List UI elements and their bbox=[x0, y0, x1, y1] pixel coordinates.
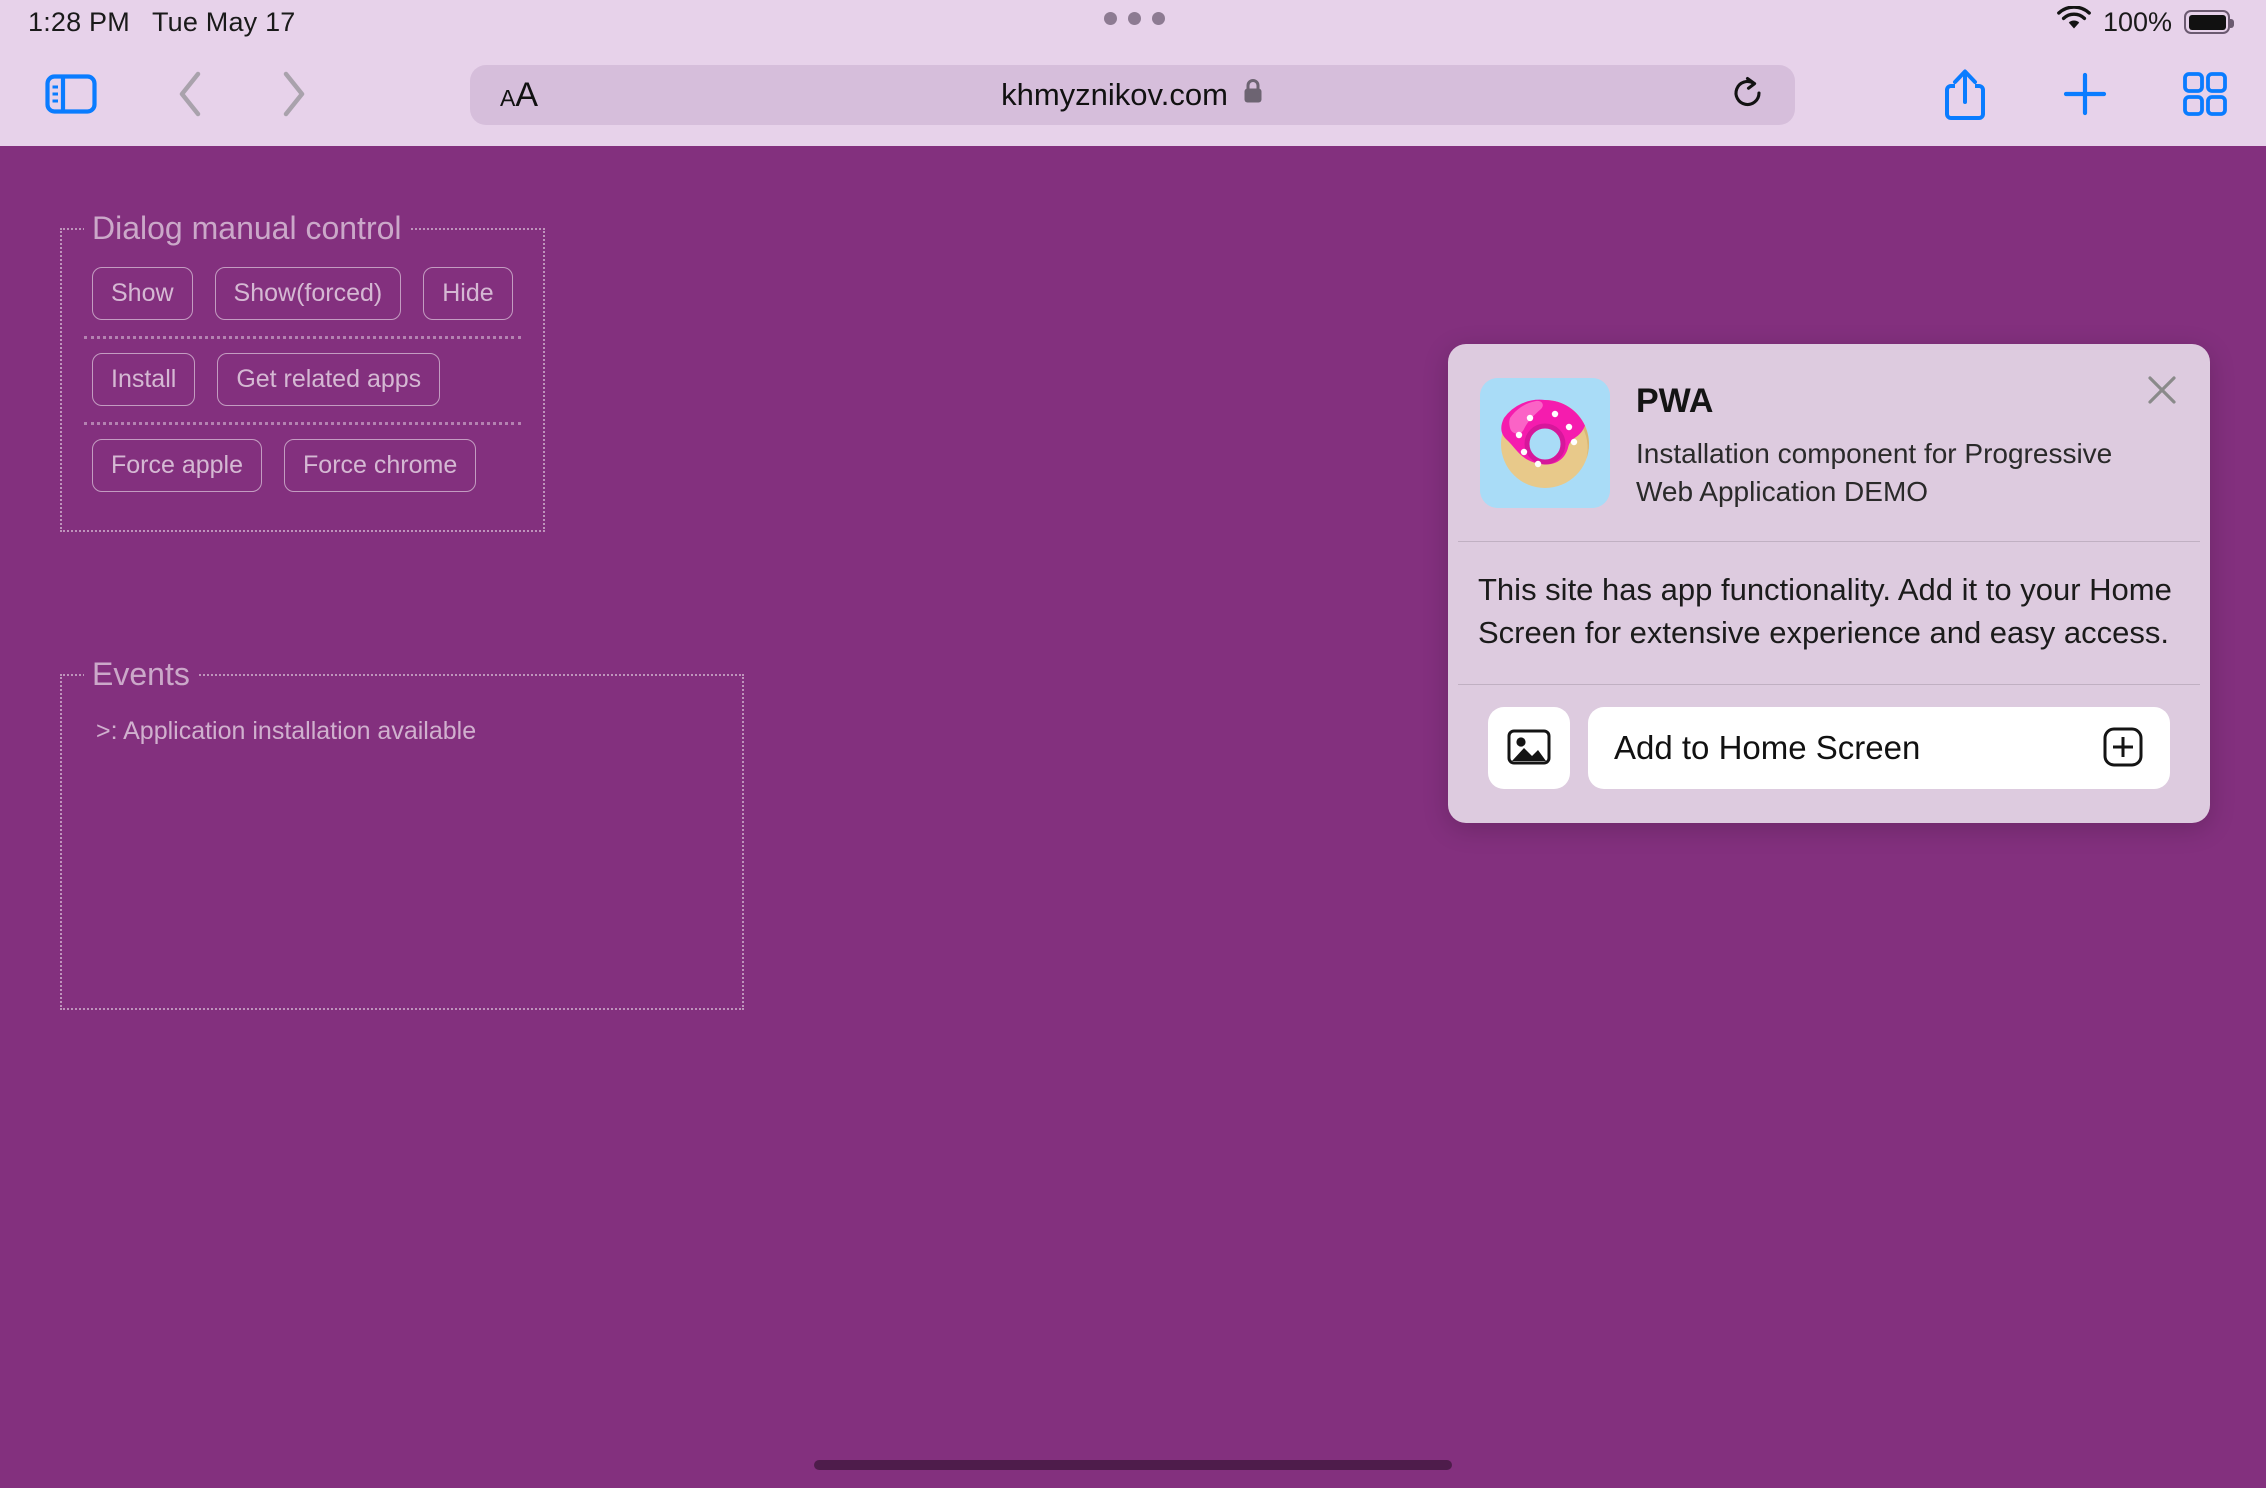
hide-button[interactable]: Hide bbox=[423, 267, 513, 320]
add-to-home-screen-button[interactable]: Add to Home Screen bbox=[1588, 707, 2170, 790]
pwa-dialog-body-text: This site has app functionality. Add it … bbox=[1478, 571, 2172, 650]
manual-control-row-2: Install Get related apps bbox=[84, 336, 521, 422]
dialog-manual-control-legend: Dialog manual control bbox=[92, 210, 402, 246]
pwa-install-dialog: PWA Installation component for Progressi… bbox=[1448, 344, 2210, 824]
forward-button[interactable] bbox=[272, 68, 316, 122]
dialog-manual-control-panel: Dialog manual control Show Show(forced) … bbox=[60, 210, 545, 532]
reload-button[interactable] bbox=[1713, 68, 1783, 122]
new-tab-button[interactable] bbox=[2058, 68, 2112, 122]
install-button[interactable]: Install bbox=[92, 353, 196, 406]
browser-toolbar: AA khmyznikov.com bbox=[0, 44, 2266, 146]
home-indicator bbox=[814, 1460, 1452, 1470]
lock-icon bbox=[1242, 77, 1264, 113]
battery-percent-label: 100% bbox=[2102, 6, 2172, 37]
tab-overview-icon bbox=[2182, 71, 2228, 120]
image-icon bbox=[1507, 728, 1551, 769]
address-bar[interactable]: AA khmyznikov.com bbox=[470, 65, 1795, 125]
handle-dot bbox=[1128, 12, 1141, 25]
events-legend: Events bbox=[92, 656, 190, 692]
events-log: >: Application installation available bbox=[62, 693, 742, 769]
battery-full-icon bbox=[2184, 10, 2234, 34]
plus-icon bbox=[2062, 71, 2108, 120]
donut-app-icon bbox=[1480, 378, 1610, 508]
close-button[interactable] bbox=[2140, 370, 2184, 414]
chevron-right-icon bbox=[280, 70, 308, 121]
pwa-dialog-header: PWA Installation component for Progressi… bbox=[1448, 344, 2210, 541]
status-bar-left: 1:28 PM Tue May 17 bbox=[28, 7, 296, 38]
address-bar-content: khmyznikov.com bbox=[470, 77, 1795, 113]
pwa-dialog-actions: Add to Home Screen bbox=[1458, 684, 2200, 823]
multitasking-handle[interactable] bbox=[1104, 12, 1165, 25]
tab-overview-button[interactable] bbox=[2178, 68, 2232, 122]
handle-dot bbox=[1104, 12, 1117, 25]
text-size-button[interactable]: AA bbox=[500, 76, 538, 115]
web-page-content: Dialog manual control Show Show(forced) … bbox=[0, 146, 2266, 1488]
share-icon bbox=[1942, 66, 1988, 125]
plus-square-icon bbox=[2102, 726, 2144, 771]
pwa-app-description: Installation component for Progressive W… bbox=[1636, 438, 2113, 507]
manual-control-row-3: Force apple Force chrome bbox=[84, 422, 521, 508]
pwa-app-title: PWA bbox=[1636, 382, 1714, 420]
text-size-small-a: A bbox=[500, 84, 516, 111]
share-button[interactable] bbox=[1938, 65, 1992, 125]
sidebar-toggle-icon bbox=[45, 73, 97, 117]
close-icon bbox=[2145, 373, 2179, 412]
show-button[interactable]: Show bbox=[92, 267, 193, 320]
status-bar: 1:28 PM Tue May 17 100% bbox=[0, 0, 2266, 44]
handle-dot bbox=[1152, 12, 1165, 25]
image-preview-button[interactable] bbox=[1488, 707, 1570, 790]
force-apple-button[interactable]: Force apple bbox=[92, 439, 263, 492]
force-chrome-button[interactable]: Force chrome bbox=[284, 439, 477, 492]
event-log-line: >: Application installation available bbox=[96, 717, 477, 745]
chevron-left-icon bbox=[176, 70, 204, 121]
wifi-icon bbox=[2057, 4, 2091, 39]
sidebar-toggle-button[interactable] bbox=[44, 73, 98, 117]
url-text: khmyznikov.com bbox=[1001, 77, 1228, 112]
back-button[interactable] bbox=[168, 68, 212, 122]
text-size-large-a: A bbox=[515, 75, 539, 114]
status-time: 1:28 PM bbox=[28, 6, 130, 37]
pwa-dialog-header-text: PWA Installation component for Progressi… bbox=[1636, 378, 2178, 511]
show-forced-button[interactable]: Show(forced) bbox=[214, 267, 402, 320]
reload-icon bbox=[1731, 75, 1765, 116]
get-related-apps-button[interactable]: Get related apps bbox=[217, 353, 441, 406]
add-to-home-screen-label: Add to Home Screen bbox=[1614, 729, 1921, 767]
status-date: Tue May 17 bbox=[151, 6, 296, 37]
manual-control-row-1: Show Show(forced) Hide bbox=[62, 253, 543, 336]
events-panel: Events >: Application installation avail… bbox=[60, 656, 744, 1010]
status-bar-right: 100% bbox=[2057, 4, 2234, 39]
